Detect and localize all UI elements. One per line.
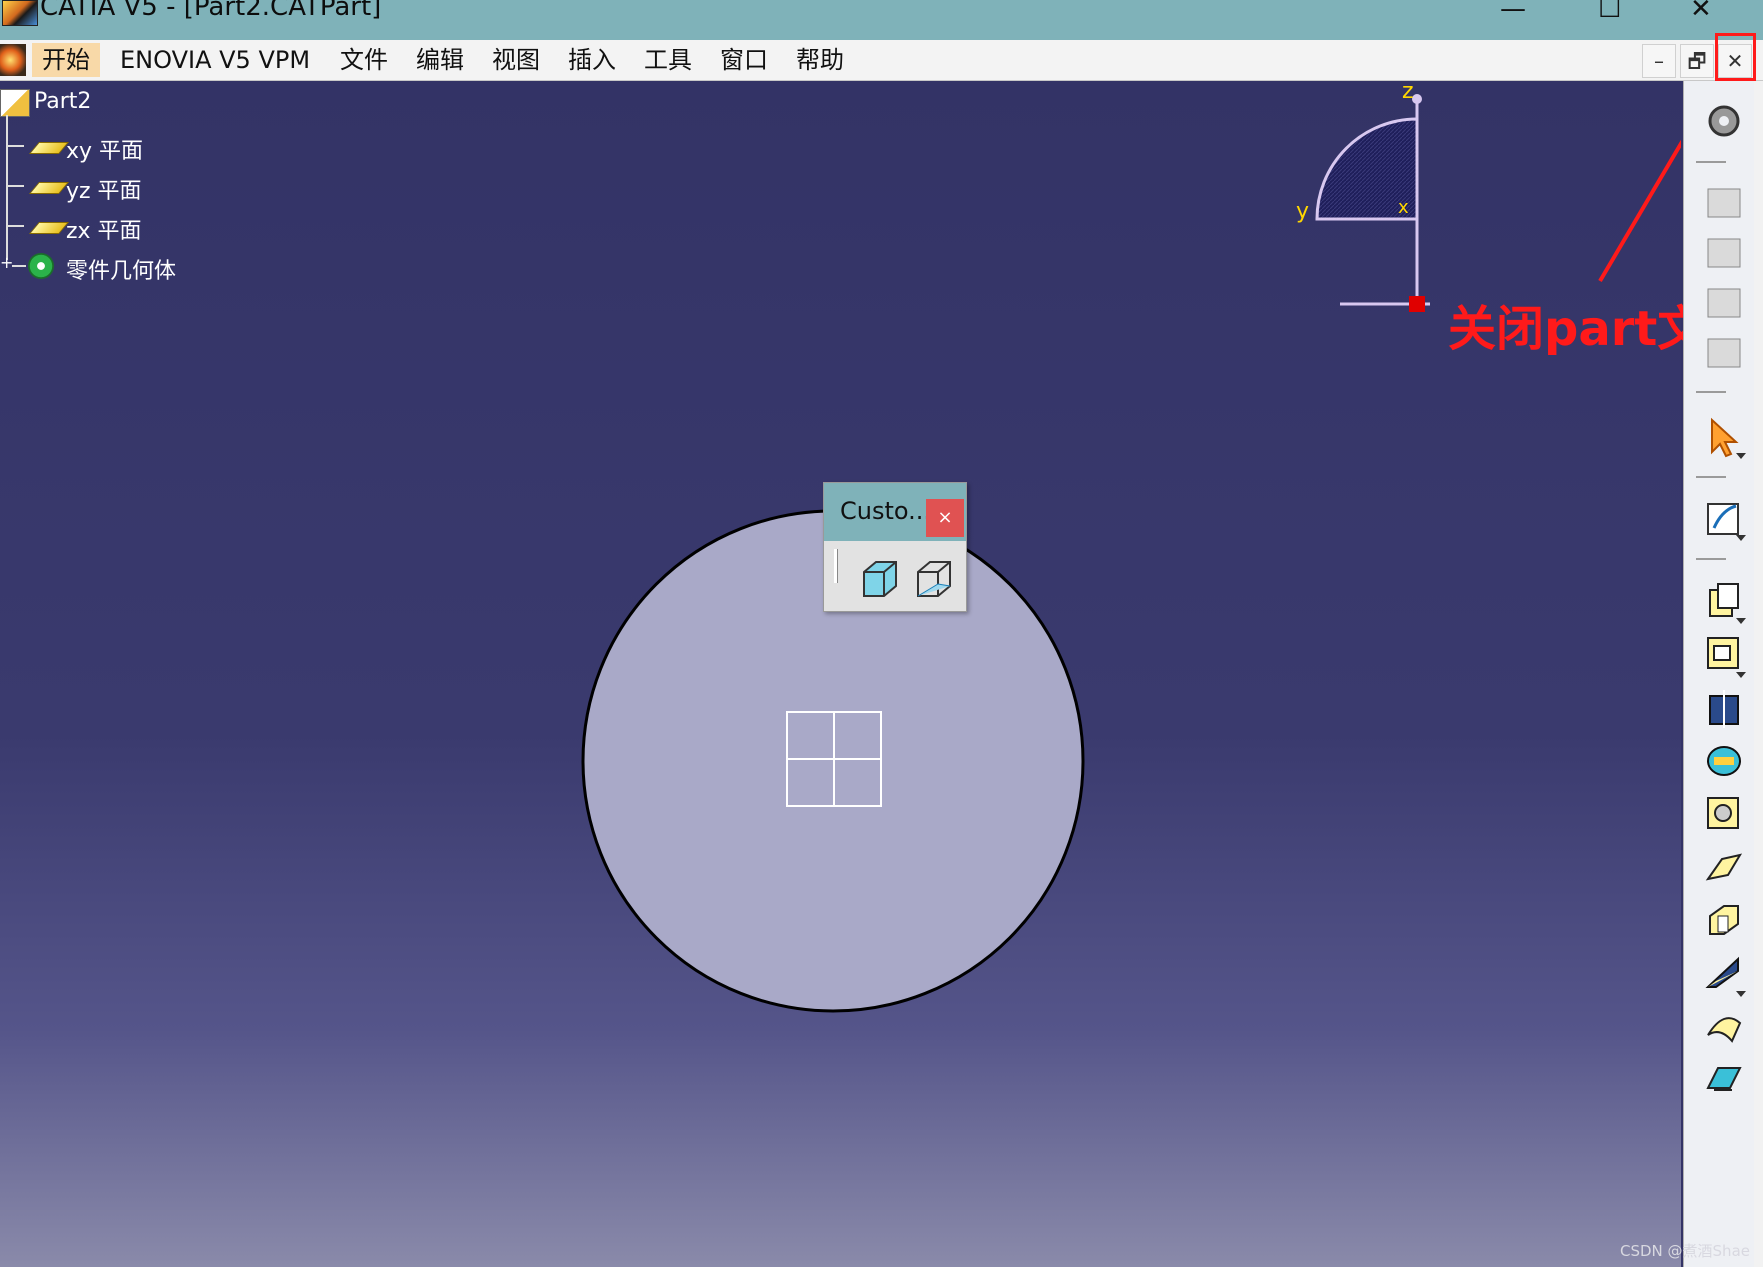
hole-icon[interactable] xyxy=(1702,792,1746,836)
menu-window[interactable]: 窗口 xyxy=(710,43,778,77)
tree-item-label: zx 平面 xyxy=(66,219,142,244)
doc-minimize-button[interactable]: – xyxy=(1642,44,1676,78)
tree-item-label: xy 平面 xyxy=(66,139,144,164)
wireframe-view-icon[interactable] xyxy=(910,556,956,602)
window-title: CATIA V5 - [Part2.CATPart] xyxy=(40,0,382,22)
toolbar-separator xyxy=(1696,391,1726,393)
dialog-title: Custo... xyxy=(840,497,932,525)
catia-logo-icon[interactable] xyxy=(0,44,26,76)
menu-file[interactable]: 文件 xyxy=(330,43,398,77)
sketch-tool-icon[interactable] xyxy=(1702,331,1746,375)
dialog-close-button[interactable]: × xyxy=(926,499,964,537)
part-body-gear-icon xyxy=(28,253,54,279)
tree-root-label: Part2 xyxy=(34,89,92,114)
expand-plus-icon[interactable]: + xyxy=(0,255,13,271)
right-edge-strip xyxy=(1754,81,1763,1267)
compass-y-label: y xyxy=(1296,199,1310,224)
menu-enovia[interactable]: ENOVIA V5 VPM xyxy=(110,43,320,77)
stiffener-icon[interactable] xyxy=(1702,951,1746,995)
part-icon xyxy=(0,89,30,117)
sketch-tool-icon[interactable] xyxy=(1702,281,1746,325)
tree-connector xyxy=(6,115,8,260)
toolbar-separator xyxy=(1696,558,1726,560)
sketch-tool-icon[interactable] xyxy=(1702,231,1746,275)
tree-item-label: 零件几何体 xyxy=(66,259,177,284)
menu-start[interactable]: 开始 xyxy=(32,43,100,77)
right-toolbar xyxy=(1683,81,1754,1267)
remove-multisection-icon[interactable] xyxy=(1702,1058,1746,1102)
compass-graphic xyxy=(1315,94,1430,312)
rib-icon[interactable] xyxy=(1702,845,1746,889)
pad-icon[interactable] xyxy=(1702,578,1746,622)
pocket-icon[interactable] xyxy=(1702,632,1746,676)
menu-edit[interactable]: 编辑 xyxy=(406,43,474,77)
sketch-tool-icon[interactable] xyxy=(1702,181,1746,225)
window-titlebar: CATIA V5 - [Part2.CATPart] — ☐ ✕ xyxy=(0,0,1763,40)
menu-insert[interactable]: 插入 xyxy=(558,43,626,77)
doc-restore-button[interactable]: 🗗 xyxy=(1680,44,1714,78)
catia-app-icon xyxy=(2,0,38,26)
compass-x-label: x xyxy=(1398,197,1409,218)
watermark: CSDN @煮酒Shae xyxy=(1620,1242,1750,1260)
slot-icon[interactable] xyxy=(1702,898,1746,942)
maximize-window-button[interactable]: ☐ xyxy=(1598,0,1621,24)
custom-view-toolbar: Custo... × xyxy=(823,482,967,612)
menu-view[interactable]: 视图 xyxy=(482,43,550,77)
dropdown-arrow-icon[interactable] xyxy=(1736,991,1746,997)
groove-icon[interactable] xyxy=(1702,739,1746,783)
menu-help[interactable]: 帮助 xyxy=(786,43,854,77)
close-button-highlight xyxy=(1715,33,1756,81)
close-window-button[interactable]: ✕ xyxy=(1690,0,1712,24)
minimize-window-button[interactable]: — xyxy=(1500,0,1526,24)
compass-z-label: z xyxy=(1402,79,1414,104)
shaft-icon[interactable] xyxy=(1702,686,1746,730)
dropdown-arrow-icon[interactable] xyxy=(1736,672,1746,678)
dialog-titlebar[interactable]: Custo... × xyxy=(824,483,966,541)
menu-tools[interactable]: 工具 xyxy=(634,43,702,77)
3d-viewport[interactable]: Part2 xy 平面 yz 平面 zx 平面 + 零件几何体 z y x 关闭… xyxy=(0,79,1753,1267)
sketcher-icon[interactable] xyxy=(1702,496,1746,540)
gear-icon[interactable] xyxy=(1702,99,1746,143)
annotation-arrow xyxy=(1598,139,1681,283)
multisection-icon[interactable] xyxy=(1702,1005,1746,1049)
dropdown-arrow-icon[interactable] xyxy=(1736,453,1746,459)
dropdown-arrow-icon[interactable] xyxy=(1736,618,1746,624)
shaded-view-icon[interactable] xyxy=(856,556,902,602)
toolbar-separator xyxy=(1696,476,1726,478)
toolbar-grip[interactable] xyxy=(834,549,838,583)
tree-item-label: yz 平面 xyxy=(66,179,142,204)
dropdown-arrow-icon[interactable] xyxy=(1736,535,1746,541)
menu-bar: 开始 ENOVIA V5 VPM 文件 编辑 视图 插入 工具 窗口 帮助 – … xyxy=(0,40,1763,81)
toolbar-separator xyxy=(1696,161,1726,163)
